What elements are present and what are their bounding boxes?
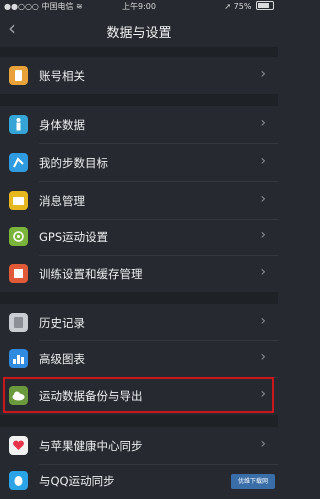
menu-item-apple-health[interactable]: 与苹果健康中心同步 › — [0, 427, 278, 464]
nav-bar: ‹ 数据与设置 — [0, 13, 278, 47]
menu-item-label: 训练设置和缓存管理 — [39, 267, 143, 281]
section-gap — [0, 94, 278, 106]
menu-item-label: 账号相关 — [39, 69, 85, 83]
chevron-right-icon: › — [260, 66, 266, 82]
menu-item-account[interactable]: 账号相关 › — [0, 57, 278, 94]
section-gap — [0, 292, 278, 304]
menu-item-body-data[interactable]: 身体数据 › — [0, 106, 278, 143]
chevron-right-icon: › — [260, 264, 266, 280]
chevron-right-icon: › — [260, 349, 266, 365]
chevron-right-icon: › — [260, 436, 266, 452]
chevron-right-icon: › — [260, 313, 266, 329]
menu-item-label: 我的步数目标 — [39, 156, 108, 170]
status-bar: ●●○○○ 中国电信 ≋ 上午9:00 ➚ 75% — [0, 0, 278, 13]
steps-goal-icon — [9, 153, 28, 172]
menu-item-label: 与QQ运动同步 — [39, 474, 115, 488]
menu-item-message[interactable]: 消息管理 › — [0, 182, 278, 219]
battery-percent: 75% — [233, 2, 252, 11]
qq-icon — [9, 471, 28, 490]
menu-item-label: 身体数据 — [39, 118, 85, 132]
menu-item-label: GPS运动设置 — [39, 230, 109, 244]
status-right: ➚ 75% — [224, 1, 274, 11]
account-icon — [9, 66, 28, 85]
menu-item-gps[interactable]: GPS运动设置 › — [0, 218, 278, 255]
chevron-right-icon: › — [260, 153, 266, 169]
menu-item-history[interactable]: 历史记录 › — [0, 304, 278, 341]
chevron-right-icon: › — [260, 191, 266, 207]
chart-icon — [9, 349, 28, 368]
menu-item-label: 消息管理 — [39, 194, 85, 208]
highlight-box — [3, 377, 274, 413]
menu-item-label: 历史记录 — [39, 316, 85, 330]
gps-icon — [9, 227, 28, 246]
menu-item-label: 与苹果健康中心同步 — [39, 439, 143, 453]
menu-item-training[interactable]: 训练设置和缓存管理 › — [0, 255, 278, 292]
training-icon — [9, 264, 28, 283]
health-heart-icon — [9, 436, 28, 455]
section-gap — [0, 47, 278, 57]
page-title: 数据与设置 — [106, 26, 172, 41]
chevron-right-icon: › — [260, 115, 266, 131]
section-gap — [0, 415, 278, 427]
battery-fill — [258, 3, 269, 8]
message-icon — [9, 191, 28, 210]
menu-item-advanced-chart[interactable]: 高级图表 › — [0, 340, 278, 377]
body-icon — [9, 115, 28, 134]
menu-item-label: 高级图表 — [39, 352, 85, 366]
location-icon: ➚ — [224, 2, 232, 11]
menu-item-step-goal[interactable]: 我的步数目标 › — [0, 144, 278, 181]
watermark: 优维下载网 — [231, 474, 275, 489]
battery-icon — [256, 1, 274, 10]
history-icon — [9, 313, 28, 332]
chevron-right-icon: › — [260, 227, 266, 243]
